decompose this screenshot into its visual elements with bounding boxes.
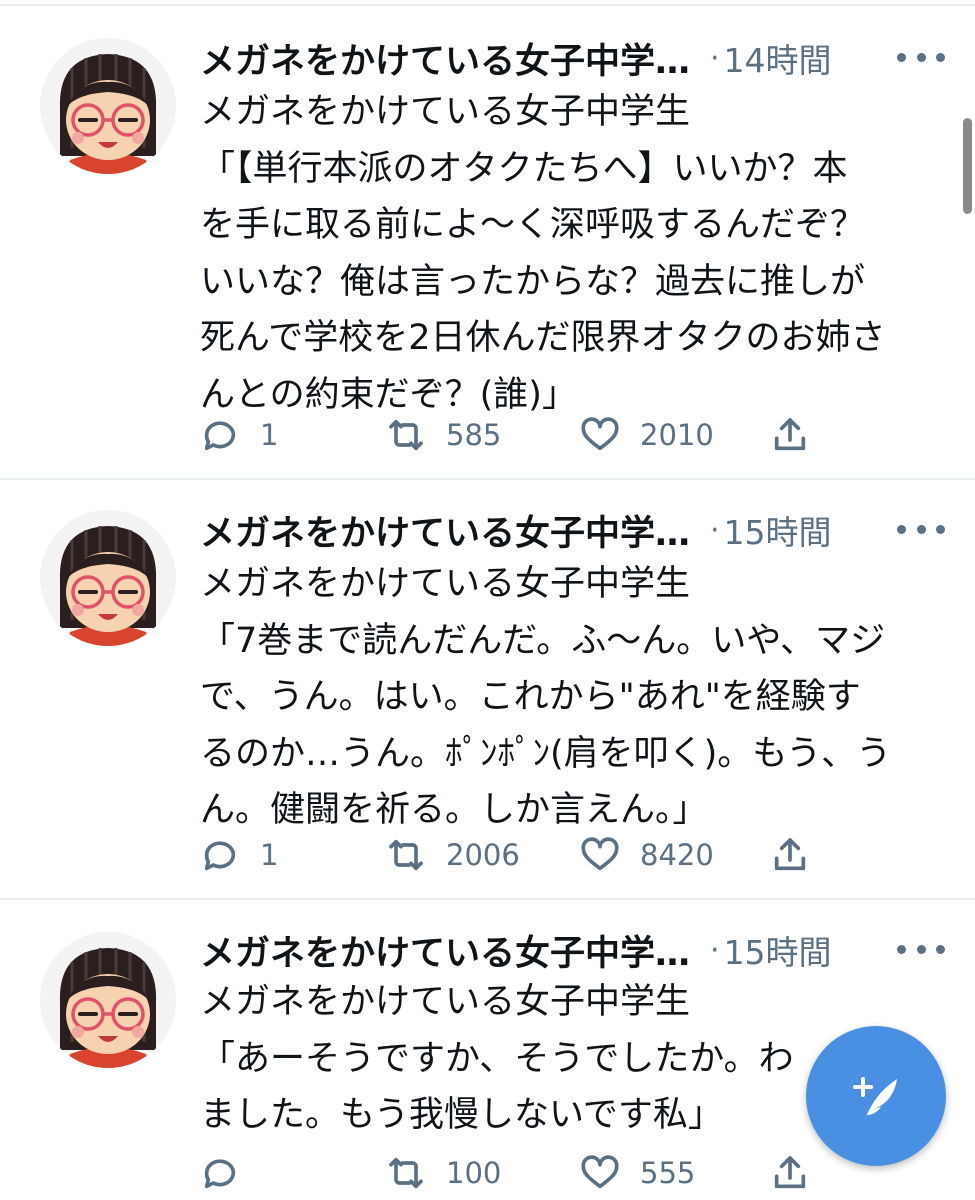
retweet-button[interactable]: 2006 (386, 830, 520, 880)
reply-icon (204, 841, 236, 871)
tweet-actions: 1 2006 8420 (200, 830, 840, 880)
retweet-count: 100 (446, 1156, 502, 1190)
more-icon[interactable] (897, 42, 945, 72)
share-button[interactable] (770, 1148, 810, 1198)
avatar-illustration (40, 932, 176, 1068)
tweet-text: メガネをかけている女子中学生 「7巻まで読んだんだ。ふ〜ん。いや、マジ で、うん… (200, 564, 892, 830)
timestamp[interactable]: 14時間 (724, 34, 832, 82)
compose-tweet-button[interactable] (806, 1026, 946, 1166)
like-count: 555 (640, 1156, 696, 1190)
reply-count: 1 (260, 418, 279, 452)
timestamp[interactable]: 15時間 (724, 926, 832, 974)
retweet-count: 585 (446, 418, 502, 452)
tweet[interactable]: メガネをかけている女子中学… · 14時間 メガネをかけている女子中学生 「【単… (0, 0, 975, 480)
share-icon (774, 418, 806, 451)
avatar-illustration (40, 38, 176, 174)
scrollbar[interactable] (963, 118, 972, 214)
timeline: メガネをかけている女子中学… · 14時間 メガネをかけている女子中学生 「【単… (0, 0, 975, 1200)
reply-count: 1 (260, 838, 279, 872)
retweet-count: 2006 (446, 838, 520, 872)
more-icon[interactable] (897, 934, 945, 964)
like-button[interactable]: 555 (580, 1148, 695, 1198)
reply-icon (204, 1159, 236, 1189)
author-name[interactable]: メガネをかけている女子中学… (200, 33, 690, 84)
avatar[interactable] (40, 38, 176, 174)
share-button[interactable] (770, 410, 810, 460)
reply-button[interactable]: 1 (200, 830, 278, 880)
avatar[interactable] (40, 932, 176, 1068)
retweet-icon (389, 839, 423, 871)
more-icon[interactable] (897, 514, 945, 544)
separator-dot: · (710, 40, 720, 76)
share-icon (774, 1156, 806, 1189)
like-count: 2010 (640, 418, 714, 452)
reply-icon (204, 421, 236, 451)
retweet-icon (389, 1157, 423, 1189)
tweet-header: メガネをかけている女子中学… · 15時間 (200, 926, 945, 974)
compose-tweet-icon (853, 1077, 897, 1119)
like-button[interactable]: 8420 (580, 830, 714, 880)
separator-dot: · (710, 932, 720, 968)
tweet-text: メガネをかけている女子中学生 「【単行本派のオタクたちへ】いいか？本 を手に取る… (200, 92, 886, 415)
share-button[interactable] (770, 830, 810, 880)
like-button[interactable]: 2010 (580, 410, 714, 460)
tweet-header: メガネをかけている女子中学… · 15時間 (200, 506, 945, 554)
heart-icon (581, 417, 619, 451)
separator-dot: · (710, 512, 720, 548)
retweet-icon (389, 419, 423, 451)
retweet-button[interactable]: 100 (386, 1148, 501, 1198)
author-name[interactable]: メガネをかけている女子中学… (200, 925, 690, 976)
reply-button[interactable] (200, 1148, 260, 1198)
retweet-button[interactable]: 585 (386, 410, 501, 460)
share-icon (774, 838, 806, 871)
avatar-illustration (40, 510, 176, 646)
author-name[interactable]: メガネをかけている女子中学… (200, 505, 690, 556)
tweet-header: メガネをかけている女子中学… · 14時間 (200, 34, 945, 82)
heart-icon (581, 1155, 619, 1189)
heart-icon (581, 837, 619, 871)
timestamp[interactable]: 15時間 (724, 506, 832, 554)
like-count: 8420 (640, 838, 714, 872)
reply-button[interactable]: 1 (200, 410, 278, 460)
tweet[interactable]: メガネをかけている女子中学… · 15時間 メガネをかけている女子中学生 「7巻… (0, 480, 975, 900)
tweet-actions: 100 555 (200, 1148, 840, 1198)
tweet-actions: 1 585 2010 (200, 410, 840, 460)
avatar[interactable] (40, 510, 176, 646)
